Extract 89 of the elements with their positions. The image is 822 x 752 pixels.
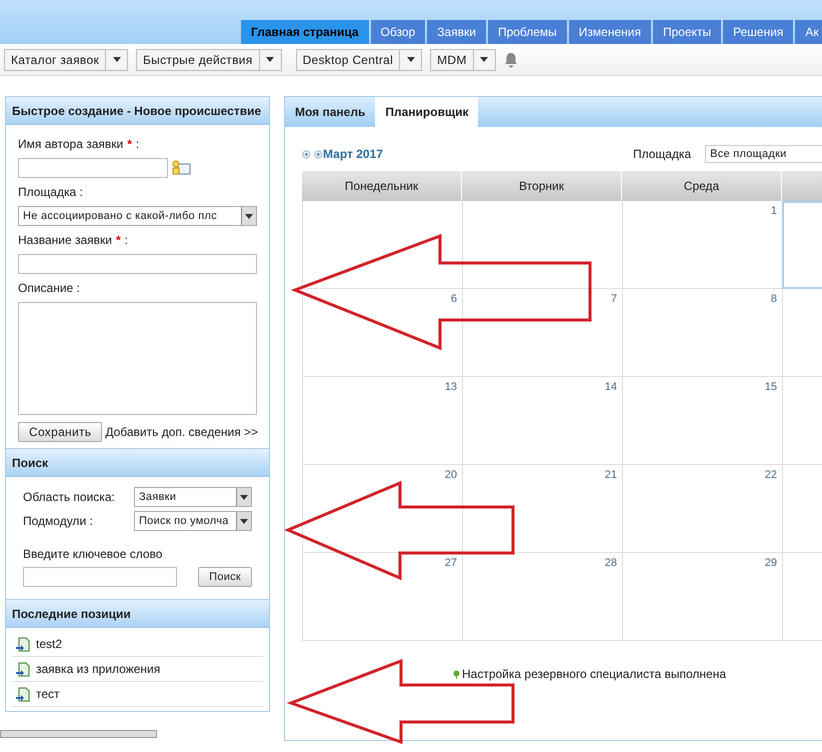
document-icon (16, 662, 30, 676)
nav-tab[interactable]: Заявки (427, 20, 486, 44)
panel-tab[interactable]: Планировщик (375, 97, 478, 127)
nav-tab[interactable]: Главная страница (241, 20, 369, 44)
bell-icon[interactable] (504, 52, 518, 68)
day-number: 13 (444, 380, 457, 395)
month-title: Март 2017 (323, 146, 383, 163)
toolbar-dropdown[interactable]: Desktop Central (296, 48, 422, 70)
toolbar-dropdown[interactable]: MDM (430, 48, 496, 70)
colon-text: : (136, 136, 140, 153)
site-filter-select[interactable]: Все площадки (705, 145, 822, 163)
day-number: 27 (444, 556, 457, 571)
weekday-header: Вторник (462, 171, 622, 201)
required-mark: * (127, 136, 132, 153)
nav-tab[interactable]: Изменения (568, 20, 651, 44)
colon-text: : (124, 232, 128, 249)
nav-tab[interactable]: Проекты (652, 20, 722, 44)
person-lookup-icon[interactable] (171, 160, 191, 176)
nav-tab[interactable]: Решения (723, 20, 794, 44)
field-label: Площадка (632, 146, 692, 163)
day-cell[interactable]: 29 (622, 553, 782, 641)
subject-field[interactable] (18, 254, 257, 274)
day-number: 1 (770, 204, 777, 219)
submodule-select[interactable]: Поиск по умолча (134, 511, 252, 531)
field-label: Площадка : (18, 184, 84, 201)
weekday-header: Среда (622, 171, 782, 201)
day-cell[interactable]: 1 (622, 201, 782, 289)
section-header: Последние позиции (6, 600, 269, 628)
day-cell[interactable]: 14 (462, 377, 622, 465)
day-number: 28 (604, 556, 617, 571)
weekday-header: Понедельник (302, 171, 462, 201)
nav-tab[interactable]: Проблемы (488, 20, 567, 44)
caret-icon (480, 57, 488, 62)
day-cell[interactable]: 28 (462, 553, 622, 641)
more-details-link[interactable]: Добавить доп. сведения >> (105, 423, 258, 441)
field-label: Название заявки (18, 232, 112, 249)
caret-icon (245, 214, 253, 218)
day-cell[interactable]: 15 (622, 377, 782, 465)
day-cell[interactable] (302, 201, 462, 289)
save-button[interactable]: Сохранить (18, 422, 102, 442)
toolbar-dropdown[interactable]: Каталог заявок (4, 48, 128, 70)
day-cell[interactable]: 13 (302, 377, 462, 465)
caret-icon (266, 57, 274, 62)
caret-icon (240, 494, 248, 500)
day-number: 6 (450, 292, 457, 307)
scope-select[interactable]: Заявки (134, 487, 252, 507)
day-number: 8 (770, 292, 777, 307)
required-mark: * (116, 232, 121, 249)
search-button[interactable]: Поиск (198, 567, 252, 587)
document-icon (16, 636, 30, 652)
day-number: 15 (764, 380, 777, 395)
day-number: 20 (444, 468, 457, 483)
day-cell[interactable]: 27 (302, 553, 462, 641)
day-cell[interactable]: 8 (622, 289, 782, 377)
caret-icon (240, 518, 248, 524)
nav-tab[interactable]: Обзор (370, 20, 426, 44)
day-number: 29 (764, 556, 777, 571)
day-cell[interactable]: 20 (302, 465, 462, 553)
requester-field[interactable] (18, 158, 168, 178)
day-number: 14 (604, 380, 617, 395)
field-label: Область поиска: (23, 489, 115, 506)
field-label: Подмодули : (23, 513, 93, 530)
day-number: 7 (610, 292, 617, 307)
status-message: Настройка резервного специалиста выполнена (462, 666, 726, 683)
field-label: Описание : (18, 280, 81, 297)
day-cell[interactable]: 7 (462, 289, 622, 377)
nav-tab[interactable]: Ак (795, 20, 822, 44)
status-dot-icon (453, 670, 460, 678)
site-select[interactable]: Не ассоциировано с какой-либо плс (18, 206, 257, 226)
day-cell[interactable]: 21 (462, 465, 622, 553)
day-cell[interactable]: 6 (302, 289, 462, 377)
day-number: 22 (764, 468, 777, 483)
panel-tab[interactable]: Моя панель (285, 97, 376, 127)
description-field[interactable] (18, 302, 257, 415)
field-label: Имя автора заявки (18, 136, 124, 153)
caret-icon (406, 57, 415, 62)
recent-item-link[interactable]: заявка из приложения (36, 660, 160, 678)
section-header: Быстрое создание - Новое происшествие (6, 97, 269, 125)
section-header: Поиск (6, 449, 269, 477)
document-icon (16, 686, 30, 702)
recent-item-link[interactable]: тест (36, 685, 60, 703)
recent-item-link[interactable]: test2 (36, 635, 62, 653)
field-label: Введите ключевое слово (23, 546, 164, 563)
day-cell[interactable]: 22 (622, 465, 782, 553)
day-number: 21 (604, 468, 617, 483)
toolbar-dropdown[interactable]: Быстрые действия (136, 48, 282, 70)
caret-icon (112, 57, 120, 62)
keyword-field[interactable] (23, 567, 177, 587)
day-cell[interactable] (462, 201, 622, 289)
